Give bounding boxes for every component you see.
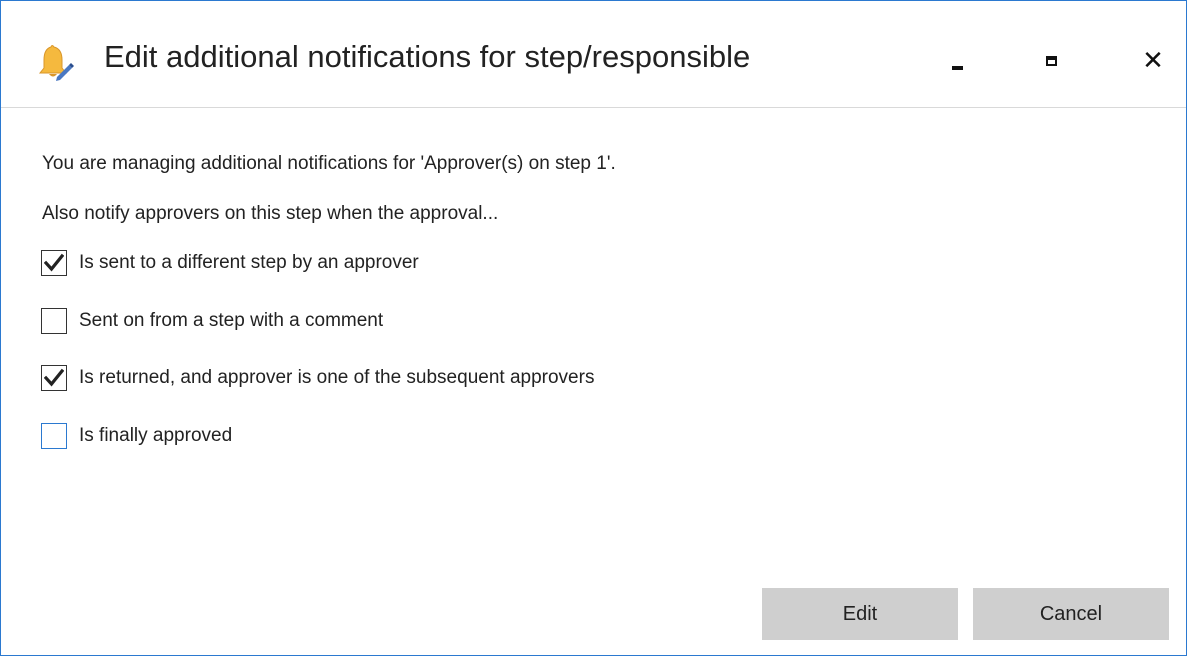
edit-button[interactable]: Edit (762, 588, 958, 640)
option-label: Is returned, and approver is one of the … (79, 367, 595, 388)
option-label: Sent on from a step with a comment (79, 310, 384, 331)
instruction-text: Also notify approvers on this step when … (42, 203, 499, 224)
checkmark-icon (44, 368, 64, 387)
minimize-button[interactable] (933, 37, 981, 85)
option-row-sent-with-comment[interactable]: Sent on from a step with a comment (41, 307, 383, 335)
checkbox-finally-approved[interactable] (41, 423, 67, 449)
bell-edit-icon (37, 43, 81, 83)
intro-text: You are managing additional notification… (42, 153, 616, 174)
option-row-finally-approved[interactable]: Is finally approved (41, 422, 232, 450)
maximize-button[interactable] (1027, 37, 1075, 85)
option-row-sent-different-step[interactable]: Is sent to a different step by an approv… (41, 249, 419, 277)
option-row-returned[interactable]: Is returned, and approver is one of the … (41, 364, 594, 392)
close-button[interactable]: ✕ (1129, 37, 1177, 85)
option-label: Is sent to a different step by an approv… (79, 252, 419, 273)
close-icon: ✕ (1142, 46, 1164, 76)
dialog-content: You are managing additional notification… (1, 108, 1186, 655)
checkbox-sent-with-comment[interactable] (41, 308, 67, 334)
minimize-icon (951, 66, 963, 70)
checkmark-icon (44, 253, 64, 272)
dialog-window: Edit additional notifications for step/r… (0, 0, 1187, 656)
checkbox-returned[interactable] (41, 365, 67, 391)
window-title: Edit additional notifications for step/r… (104, 39, 751, 74)
maximize-icon (1045, 56, 1057, 66)
checkbox-sent-different-step[interactable] (41, 250, 67, 276)
option-label: Is finally approved (79, 425, 233, 446)
cancel-button[interactable]: Cancel (973, 588, 1169, 640)
title-bar[interactable]: Edit additional notifications for step/r… (1, 1, 1186, 108)
